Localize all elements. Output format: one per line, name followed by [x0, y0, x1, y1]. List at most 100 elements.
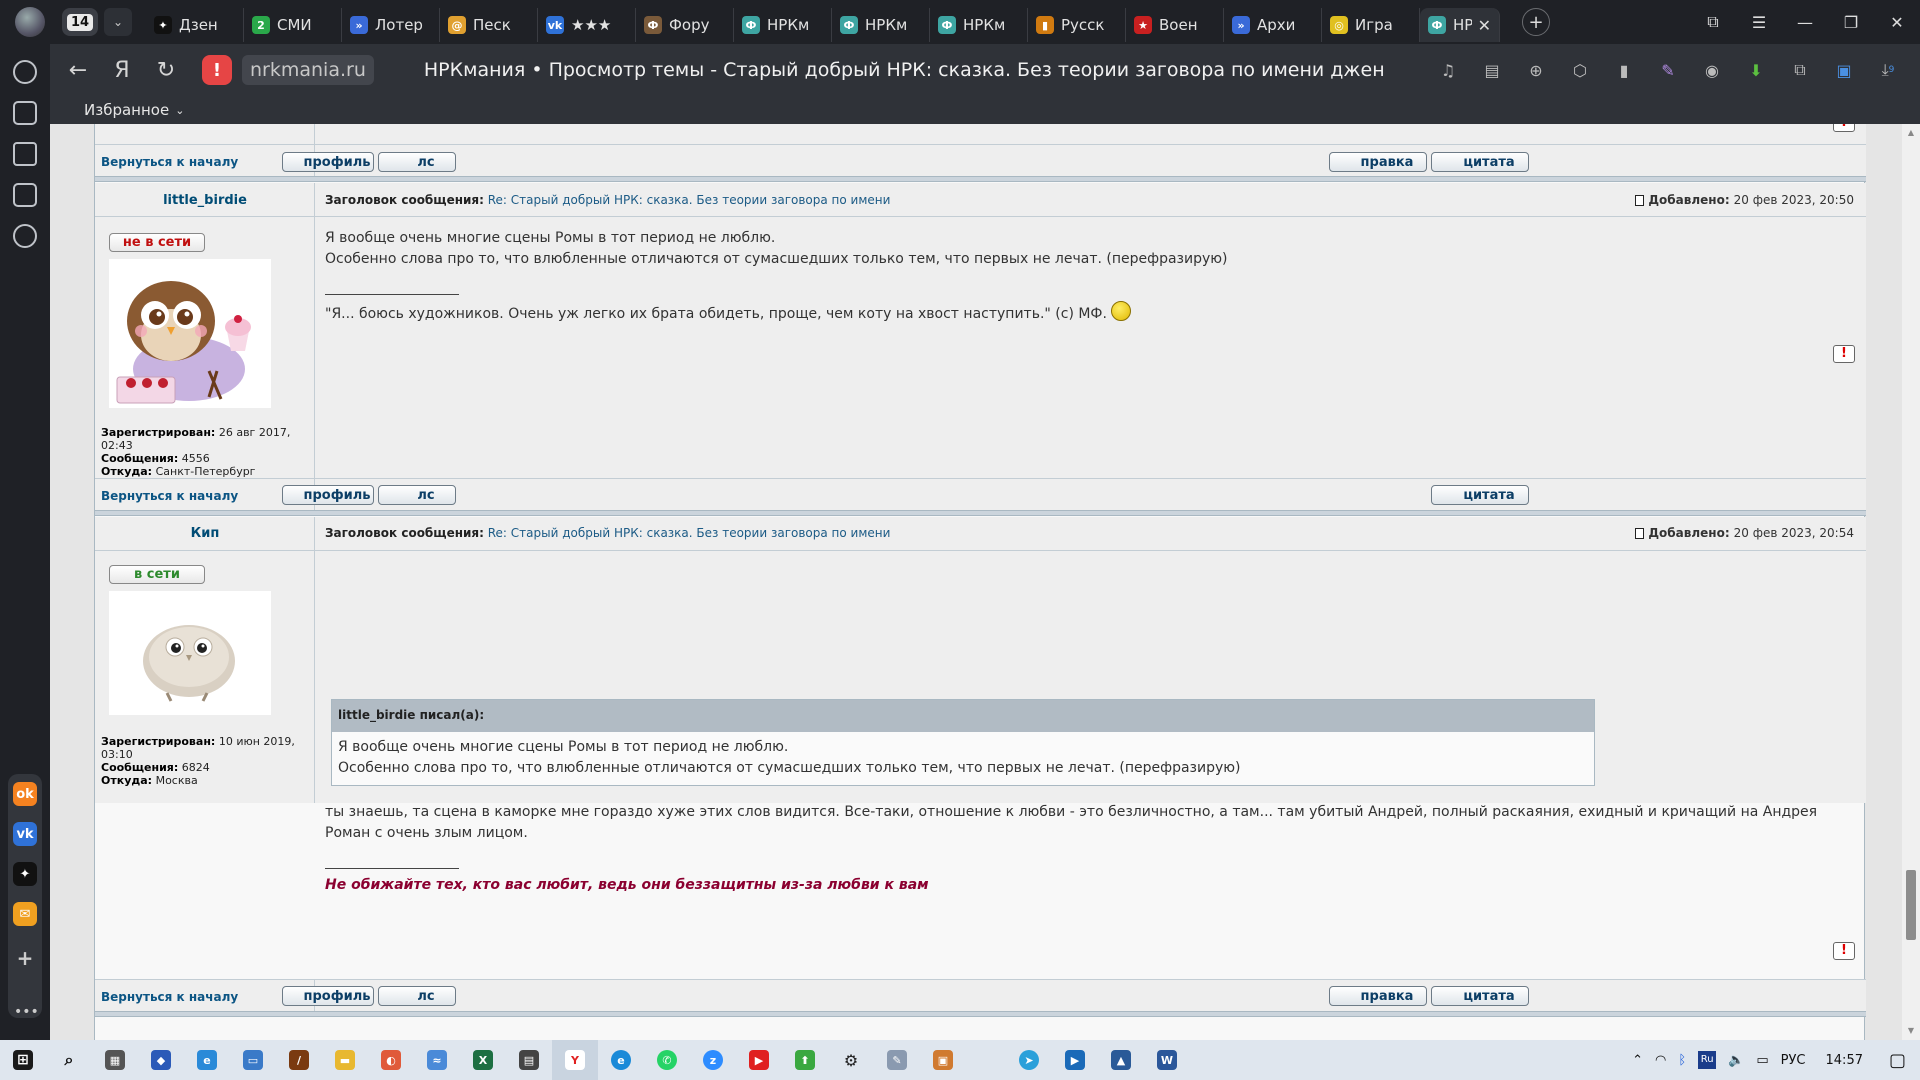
browser-tab[interactable]: @ Песк	[440, 8, 538, 42]
app-icon[interactable]: ▶	[1052, 1040, 1098, 1080]
bluetooth-icon[interactable]: ᛒ	[1678, 1053, 1686, 1068]
quote-button[interactable]: цитата	[1431, 986, 1529, 1006]
ime-indicator[interactable]: Ru	[1698, 1051, 1717, 1069]
battery-icon[interactable]: ▭	[1756, 1053, 1768, 1068]
pm-button[interactable]: лс	[378, 152, 456, 172]
pm-button[interactable]: лс	[378, 986, 456, 1006]
post-author[interactable]: little_birdie	[95, 193, 315, 208]
tool-icon[interactable]: ✎	[874, 1040, 920, 1080]
vk-icon[interactable]: vk	[13, 822, 37, 846]
browser-tab[interactable]: Ф НРКм	[930, 8, 1028, 42]
browser-tab[interactable]: Ф НРКм	[832, 8, 930, 42]
page-scrollbar[interactable]: ▲ ▼	[1902, 124, 1920, 1040]
report-icon[interactable]: !	[1833, 124, 1855, 132]
photos-icon[interactable]: ≈	[414, 1040, 460, 1080]
back-arrow-icon[interactable]: ←	[56, 58, 100, 83]
paint-icon[interactable]: /	[276, 1040, 322, 1080]
image-viewer-icon[interactable]: ▲	[1098, 1040, 1144, 1080]
copy-icon[interactable]	[13, 142, 37, 166]
active-tab[interactable]: Ф НР ✕	[1420, 8, 1500, 42]
downloads-icon[interactable]: ⤓ 9	[1868, 58, 1908, 82]
notifications-icon[interactable]: ▢	[1889, 1050, 1906, 1071]
browser-tab[interactable]: 2 СМИ	[244, 8, 342, 42]
edit-button[interactable]: правка	[1329, 152, 1427, 172]
download-arrow-icon[interactable]: ⬇	[1736, 58, 1776, 82]
edit-button[interactable]: правка	[1329, 986, 1427, 1006]
paint3d-icon[interactable]: ◐	[368, 1040, 414, 1080]
screenshot-icon[interactable]: ◉	[1692, 58, 1732, 82]
edge-icon[interactable]: e	[598, 1040, 644, 1080]
zoom-icon[interactable]: z	[690, 1040, 736, 1080]
reader-icon[interactable]: ▤	[1472, 58, 1512, 82]
browser-tab[interactable]: ★ Воен	[1126, 8, 1224, 42]
browser-tab[interactable]: ◎ Игра	[1322, 8, 1420, 42]
browser-tab[interactable]: ✦ Дзен	[146, 8, 244, 42]
app-icon[interactable]: ◆	[138, 1040, 184, 1080]
profile-avatar[interactable]	[15, 7, 45, 37]
folder-icon[interactable]: ▬	[322, 1040, 368, 1080]
collections-icon[interactable]: ⧉	[1780, 58, 1820, 82]
avatar[interactable]	[109, 259, 271, 408]
report-icon[interactable]: !	[1833, 345, 1855, 363]
browser-tab[interactable]: ▮ Русск	[1028, 8, 1126, 42]
more-icon[interactable]: •••	[14, 1004, 39, 1020]
window-icon[interactable]: ▤	[506, 1040, 552, 1080]
monitor-icon[interactable]: ▭	[230, 1040, 276, 1080]
add-icon[interactable]: +	[13, 946, 37, 970]
volume-icon[interactable]: 🔈	[1728, 1053, 1744, 1068]
avatar[interactable]	[109, 591, 271, 715]
zen-icon[interactable]: ✦	[13, 862, 37, 886]
profile-button[interactable]: профиль	[282, 485, 374, 505]
new-tab-button[interactable]: +	[1522, 8, 1550, 36]
bookmark-icon[interactable]: ▮	[1604, 58, 1644, 82]
quote-button[interactable]: цитата	[1431, 485, 1529, 505]
browser-tab[interactable]: » Архи	[1224, 8, 1322, 42]
browser-tab[interactable]: Ф Фору	[636, 8, 734, 42]
report-icon[interactable]: !	[1833, 942, 1855, 960]
ok-icon[interactable]: ok	[13, 782, 37, 806]
menu-icon[interactable]: ☰	[1736, 13, 1782, 32]
chevron-up-icon[interactable]: ⌃	[1632, 1053, 1643, 1068]
extension-icon[interactable]: ⬡	[1560, 58, 1600, 82]
language-indicator[interactable]: РУС	[1781, 1053, 1806, 1068]
chevron-down-icon[interactable]: ⌄	[175, 104, 184, 117]
minimize-button[interactable]: —	[1782, 13, 1828, 32]
tabs-count-icon[interactable]	[13, 101, 37, 125]
pm-button[interactable]: лс	[378, 485, 456, 505]
browser-tab[interactable]: » Лотер	[342, 8, 440, 42]
reload-icon[interactable]: ↻	[144, 58, 188, 83]
collections-icon[interactable]: ⧉	[1690, 12, 1736, 32]
post-author[interactable]: Кип	[95, 526, 315, 541]
telegram-icon[interactable]: ➤	[1006, 1040, 1052, 1080]
subject-link[interactable]: Re: Старый добрый НРК: сказка. Без теори…	[488, 526, 891, 540]
back-to-top-link[interactable]: Вернуться к началу	[101, 489, 238, 503]
clock[interactable]: 14:57	[1826, 1053, 1863, 1068]
back-to-top-link[interactable]: Вернуться к началу	[101, 155, 238, 169]
chevron-down-icon[interactable]: ⌄	[104, 8, 132, 36]
close-tab-icon[interactable]: ✕	[1478, 16, 1491, 35]
subject-link[interactable]: Re: Старый добрый НРК: сказка. Без теори…	[488, 193, 891, 207]
favorites-menu[interactable]: Избранное	[84, 101, 169, 119]
page-title[interactable]: НРКмания • Просмотр темы - Старый добрый…	[424, 59, 1385, 81]
browser-tab[interactable]: Ф НРКм	[734, 8, 832, 42]
password-icon[interactable]: ▣	[1824, 58, 1864, 82]
profile-button[interactable]: профиль	[282, 152, 374, 172]
calculator-icon[interactable]: ▦	[92, 1040, 138, 1080]
warning-icon[interactable]: !	[202, 55, 232, 85]
headphones-icon[interactable]: ♫	[1428, 58, 1468, 82]
feather-icon[interactable]: ✎	[1648, 58, 1688, 82]
media-icon[interactable]: ▣	[920, 1040, 966, 1080]
browser-tab[interactable]: vk ★★★	[538, 8, 636, 42]
scroll-down-arrow[interactable]: ▼	[1906, 1026, 1916, 1035]
translate-icon[interactable]: ⊕	[1516, 58, 1556, 82]
camera-icon[interactable]	[13, 183, 37, 207]
back-to-top-link[interactable]: Вернуться к началу	[101, 990, 238, 1004]
windows-start-icon[interactable]: ⊞	[0, 1040, 46, 1080]
close-window-button[interactable]: ✕	[1874, 13, 1920, 32]
tab-counter-button[interactable]: 14	[62, 8, 98, 36]
history-icon[interactable]	[13, 224, 37, 248]
yandex-icon[interactable]: Я	[100, 58, 144, 83]
domain-label[interactable]: nrkmania.ru	[242, 55, 374, 85]
scroll-up-arrow[interactable]: ▲	[1906, 128, 1916, 137]
play-icon[interactable]	[13, 60, 37, 84]
